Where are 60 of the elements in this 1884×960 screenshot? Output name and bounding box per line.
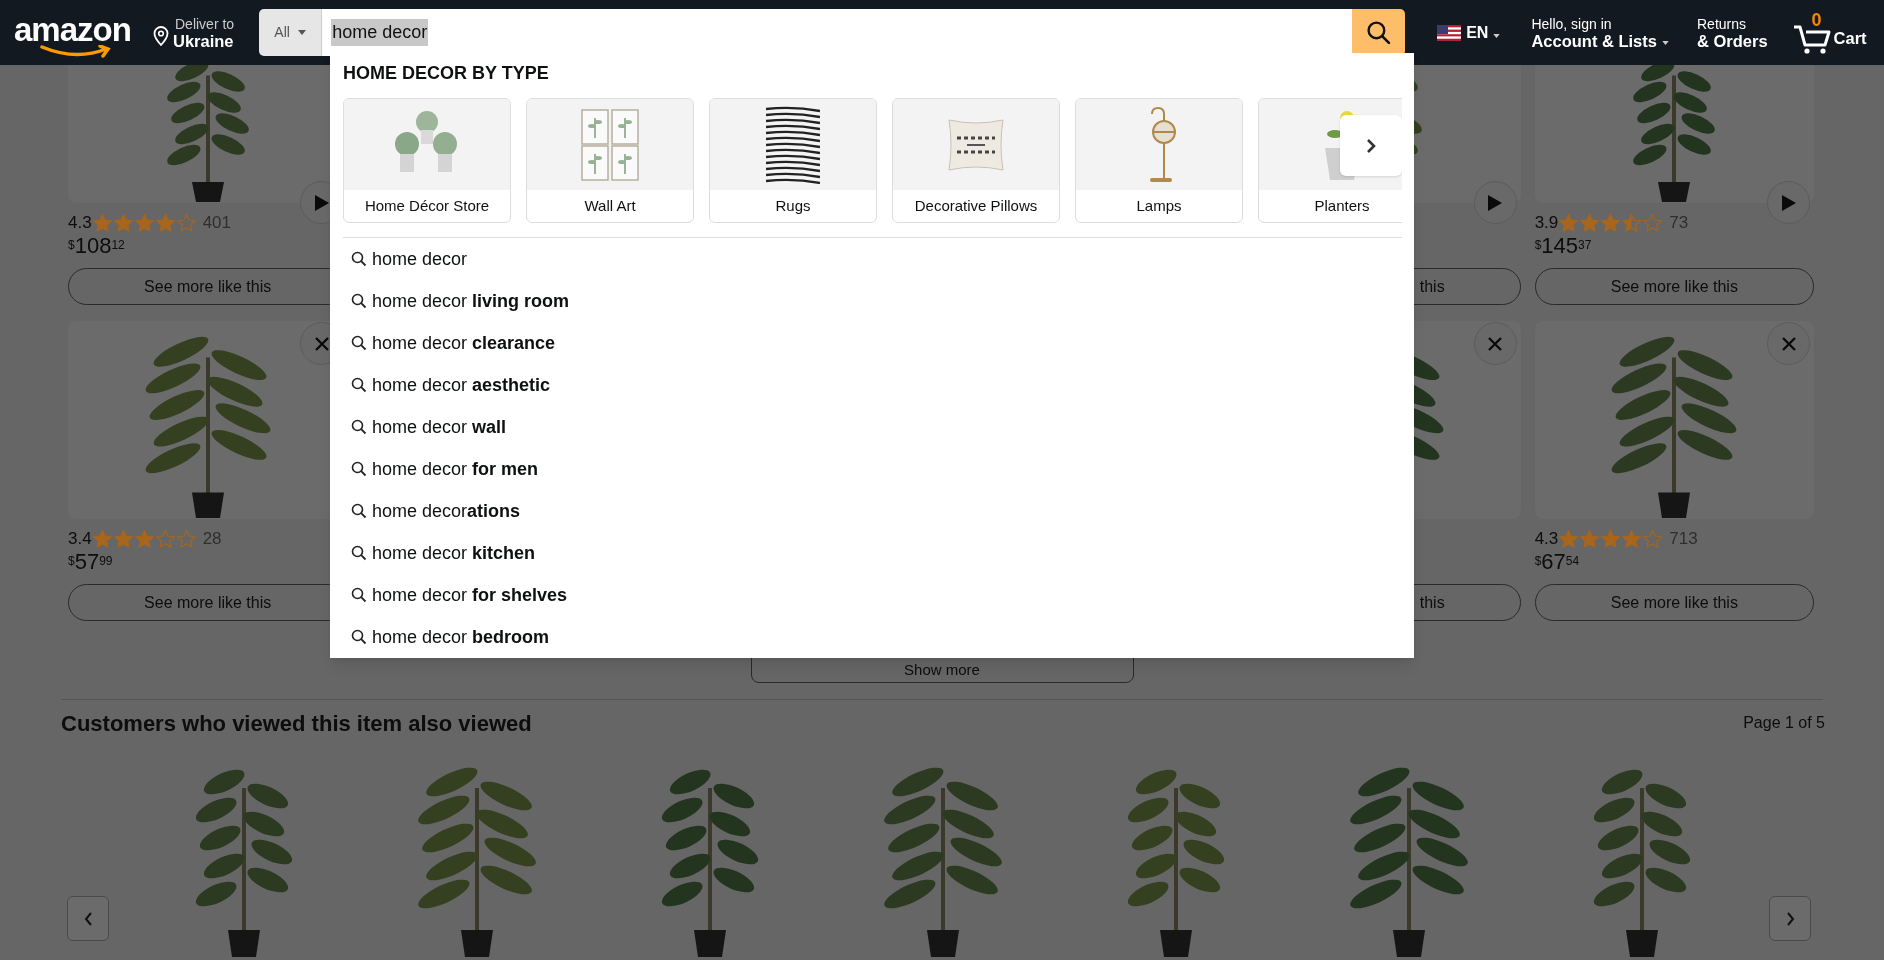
search-icon — [351, 461, 367, 477]
search-icon — [351, 629, 367, 645]
orders-link[interactable]: & Orders — [1697, 32, 1768, 50]
flag-icon — [1437, 24, 1462, 41]
category-dropdown[interactable]: All — [259, 9, 323, 56]
search-suggestion[interactable]: home decor aesthetic — [343, 364, 1402, 406]
search-icon — [1366, 20, 1392, 45]
logo[interactable]: amazon — [14, 6, 132, 59]
category-card[interactable]: Lamps — [1075, 98, 1243, 223]
category-card[interactable]: Decorative Pillows — [892, 98, 1060, 223]
caret-icon — [1493, 33, 1501, 38]
search-icon — [351, 335, 367, 351]
star-rating[interactable] — [1558, 529, 1664, 549]
play-icon — [1780, 193, 1797, 212]
search-suggestion[interactable]: home decor clearance — [343, 322, 1402, 364]
search-field[interactable]: home decor — [322, 9, 1353, 56]
section-heading: Customers who viewed this item also viewed — [61, 709, 532, 738]
category-card[interactable]: Home Décor Store — [343, 98, 511, 223]
search-icon — [351, 251, 367, 267]
deliver-to-label: Deliver to — [175, 15, 235, 33]
smile-arrow-icon — [40, 44, 112, 58]
cart-button[interactable]: 0 Cart — [1791, 10, 1867, 55]
star-rating[interactable] — [91, 213, 197, 233]
location-pin-icon[interactable] — [153, 25, 169, 46]
chevron-right-icon — [1366, 137, 1376, 154]
caret-icon — [1662, 41, 1669, 45]
delivery-location[interactable]: Ukraine — [173, 32, 235, 50]
rating-value: 3.9 — [1534, 212, 1559, 235]
search-button[interactable] — [1352, 9, 1406, 56]
account-menu[interactable]: Hello, sign in Account & Lists — [1531, 15, 1669, 50]
search-icon — [351, 503, 367, 519]
search-suggestion[interactable]: home decor kitchen — [343, 532, 1402, 574]
category-card[interactable]: Wall Art — [526, 98, 694, 223]
account-lists-label: Account & Lists — [1531, 32, 1657, 50]
search-icon — [351, 293, 367, 309]
star-rating[interactable] — [91, 529, 197, 549]
section-heading: HOME DECOR BY TYPE — [343, 62, 550, 85]
category-card[interactable]: Rugs — [709, 98, 877, 223]
star-rating[interactable] — [1558, 213, 1664, 233]
rating-value: 4.3 — [1534, 528, 1559, 551]
search-suggestion[interactable]: home decor wall — [343, 406, 1402, 448]
close-icon — [313, 335, 330, 352]
returns-label[interactable]: Returns — [1697, 15, 1768, 33]
search-suggestion[interactable]: home decor for men — [343, 448, 1402, 490]
page-indicator: Page 1 of 5 — [1743, 713, 1825, 733]
rating-value: 3.4 — [68, 528, 92, 551]
language-selector[interactable]: EN — [1437, 12, 1501, 53]
close-icon — [1487, 335, 1504, 352]
cart-count: 0 — [1811, 8, 1822, 32]
rating-value: 4.3 — [68, 212, 92, 235]
close-icon — [1780, 335, 1797, 352]
chevron-left-icon — [83, 911, 93, 926]
search-icon — [351, 419, 367, 435]
search-icon — [351, 587, 367, 603]
caret-icon — [297, 30, 306, 35]
search-icon — [351, 545, 367, 561]
search-icon — [351, 377, 367, 393]
search-suggestion[interactable]: home decorations — [343, 490, 1402, 532]
play-icon — [1487, 193, 1504, 212]
chevron-right-icon — [1785, 911, 1795, 926]
